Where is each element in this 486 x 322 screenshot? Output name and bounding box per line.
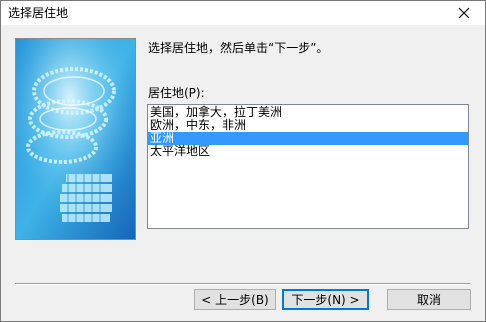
back-button[interactable]: < 上一步(B) [194, 289, 276, 310]
title-bar[interactable]: 选择居住地 [1, 1, 485, 25]
wizard-banner-image [15, 38, 136, 240]
divider [15, 283, 470, 285]
region-list-label: 居住地(P): [148, 86, 205, 100]
instruction-text: 选择居住地，然后单击“下一步”。 [148, 41, 329, 55]
list-item[interactable]: 太平洋地区 [148, 145, 468, 158]
next-button[interactable]: 下一步(N) > [282, 289, 369, 310]
cancel-button[interactable]: 取消 [387, 289, 471, 310]
list-item[interactable]: 欧洲，中东，非洲 [148, 119, 468, 132]
close-icon [458, 7, 470, 19]
dialog-window: 选择居住地 选择居住地，然后单击“下一步”。 居住地(P): 美国，加拿大，拉丁… [0, 0, 486, 322]
region-listbox[interactable]: 美国，加拿大，拉丁美洲 欧洲，中东，非洲 亚洲 太平洋地区 [147, 104, 469, 229]
window-title: 选择居住地 [8, 6, 69, 20]
close-button[interactable] [447, 1, 481, 25]
